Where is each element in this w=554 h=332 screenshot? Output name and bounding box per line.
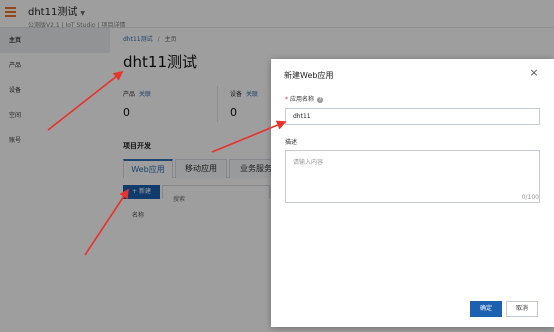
app-name-label: * 应用名称? bbox=[285, 94, 324, 103]
app-name-label-text: 应用名称 bbox=[290, 96, 315, 103]
dialog-title: 新建Web应用 bbox=[284, 71, 334, 80]
app-name-input[interactable] bbox=[285, 108, 540, 125]
description-label: 描述 bbox=[285, 139, 298, 146]
char-counter: 0/100 bbox=[521, 194, 539, 201]
required-marker: * bbox=[285, 96, 288, 103]
help-icon[interactable]: ? bbox=[317, 96, 324, 103]
close-icon[interactable]: × bbox=[528, 67, 540, 79]
description-textarea[interactable] bbox=[285, 150, 540, 203]
confirm-button[interactable]: 确定 bbox=[470, 301, 502, 317]
cancel-button[interactable]: 取消 bbox=[506, 301, 538, 317]
new-web-app-dialog: 新建Web应用 × *应用名称? 描述 0/100 确定 取消 bbox=[271, 59, 554, 327]
